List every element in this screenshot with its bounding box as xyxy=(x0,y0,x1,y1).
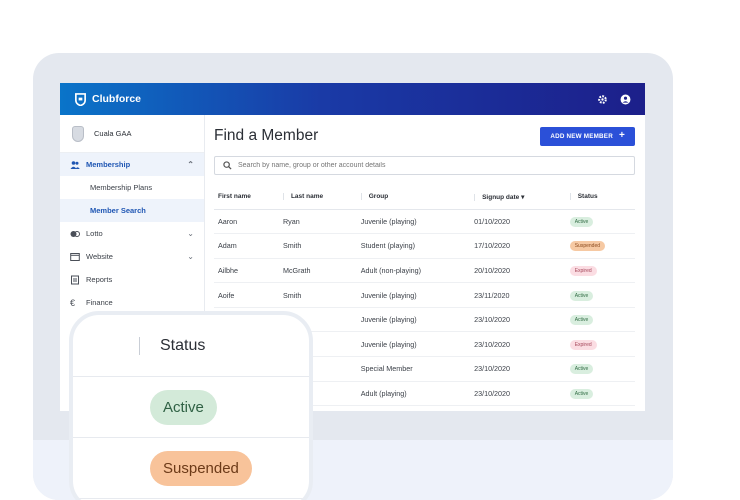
cell-signup-date: 23/10/2020 xyxy=(470,307,566,333)
column-header-last-name[interactable]: Last name xyxy=(278,185,357,210)
sidebar-item-label: Finance xyxy=(86,298,113,307)
add-new-member-button[interactable]: ADD NEW MEMBER + xyxy=(540,126,635,146)
cell-signup-date: 23/10/2020 xyxy=(470,356,566,382)
column-header-group[interactable]: Group xyxy=(356,185,471,210)
cell-first-name: Aoife xyxy=(214,282,279,308)
column-header-status[interactable]: Status xyxy=(565,185,635,210)
cell-first-name: Adam xyxy=(214,233,279,259)
cell-last-name: McGrath xyxy=(278,258,357,284)
status-badge-suspended: Suspended xyxy=(150,450,252,486)
cell-signup-date: 20/10/2020 xyxy=(470,258,566,284)
cell-last-name: Ryan xyxy=(278,209,357,235)
cell-status: Active xyxy=(565,381,635,407)
cell-signup-date: 01/10/2020 xyxy=(470,209,566,235)
cell-status: Active xyxy=(565,307,635,333)
sidebar-item-label: Reports xyxy=(86,275,113,284)
status-badge: Suspended xyxy=(569,241,606,252)
cell-signup-date: 17/10/2020 xyxy=(470,233,566,259)
sidebar-item-website[interactable]: Website ⌄ xyxy=(60,245,204,268)
cell-status: Active xyxy=(565,282,635,308)
table-row[interactable]: Ailbhe McGrath Adult (non-playing) 20/10/20… xyxy=(214,258,635,284)
cell-status: Active xyxy=(565,356,635,382)
cell-group: Student (playing) xyxy=(356,233,471,259)
sidebar-item-label: Website xyxy=(86,252,113,261)
gear-icon[interactable] xyxy=(597,94,608,105)
reports-icon xyxy=(71,275,79,284)
sidebar-item-label: Membership Plans xyxy=(90,183,153,192)
page-title: Find a Member xyxy=(214,127,319,144)
table-row[interactable]: Adam Smith Student (playing) 17/10/2020 Susp… xyxy=(214,233,635,259)
cell-status: Expired xyxy=(565,331,635,358)
cell-last-name: Smith xyxy=(278,233,357,259)
column-header-signup-date[interactable]: Signup date ▾ xyxy=(470,185,566,210)
zoom-status-title: Status xyxy=(160,336,206,354)
zoom-row: Suspended xyxy=(73,438,309,499)
club-selector[interactable]: Cuala GAA xyxy=(60,115,204,153)
cell-group: Juvenile (playing) xyxy=(356,331,471,358)
cell-status: Active xyxy=(565,209,635,235)
search-input[interactable] xyxy=(238,162,598,169)
status-badge: Expired xyxy=(569,339,597,350)
table-header-row: First name Last name Group Signup date ▾… xyxy=(214,185,635,210)
status-zoom-card: Status Active Suspended xyxy=(69,311,313,500)
cell-signup-date: 23/10/2020 xyxy=(470,331,566,358)
column-divider xyxy=(139,336,140,355)
cell-group: Adult (non-playing) xyxy=(356,258,471,284)
sidebar-item-member-search[interactable]: Member Search xyxy=(60,199,204,222)
search-icon xyxy=(223,161,232,170)
sidebar-item-reports[interactable]: Reports xyxy=(60,268,204,291)
sidebar-item-lotto[interactable]: Lotto ⌄ xyxy=(60,222,204,245)
plus-icon: + xyxy=(618,130,625,141)
cell-status: Expired xyxy=(565,258,635,284)
euro-icon: € xyxy=(70,297,76,308)
status-badge-active: Active xyxy=(150,389,217,425)
zoom-row: Active xyxy=(73,377,309,438)
sidebar-item-label: Membership xyxy=(86,160,131,169)
website-icon xyxy=(70,252,80,261)
sidebar-item-membership-plans[interactable]: Membership Plans xyxy=(60,176,204,199)
cell-group: Special Member xyxy=(356,356,471,382)
cell-first-name: Aaron xyxy=(214,209,279,235)
sidebar-item-label: Lotto xyxy=(86,229,103,238)
sort-desc-icon: ▾ xyxy=(521,193,525,201)
cell-group: Adult (playing) xyxy=(356,381,471,407)
brand-name: Clubforce xyxy=(92,93,142,105)
cell-group: Juvenile (playing) xyxy=(356,209,471,235)
account-icon[interactable] xyxy=(620,94,631,105)
status-badge: Active xyxy=(569,216,594,227)
lotto-icon xyxy=(70,230,80,237)
cell-signup-date: 23/10/2020 xyxy=(470,381,566,407)
clubforce-logo-icon xyxy=(75,92,86,106)
cell-signup-date: 23/11/2020 xyxy=(470,282,566,308)
club-name: Cuala GAA xyxy=(94,129,132,138)
add-new-member-label: ADD NEW MEMBER xyxy=(550,132,613,140)
people-icon xyxy=(70,160,80,169)
column-header-first-name[interactable]: First name xyxy=(214,185,279,210)
search-box[interactable] xyxy=(214,156,635,175)
status-badge: Active xyxy=(569,364,594,375)
cell-status: Suspended xyxy=(565,233,635,259)
zoom-header: Status xyxy=(73,315,309,377)
status-badge: Active xyxy=(569,388,594,399)
top-bar: Clubforce xyxy=(60,83,645,115)
cell-first-name: Ailbhe xyxy=(214,258,279,284)
chevron-up-icon: ⌃ xyxy=(187,160,194,169)
club-crest-icon xyxy=(72,125,84,142)
cell-group: Juvenile (playing) xyxy=(356,307,471,333)
status-badge: Active xyxy=(569,315,594,326)
cell-group: Juvenile (playing) xyxy=(356,282,471,308)
status-badge: Active xyxy=(569,290,594,301)
status-badge: Expired xyxy=(569,265,597,276)
chevron-down-icon: ⌄ xyxy=(187,252,194,261)
brand[interactable]: Clubforce xyxy=(74,92,142,106)
sidebar-item-membership[interactable]: Membership ⌃ xyxy=(60,153,204,176)
cell-last-name: Smith xyxy=(278,282,357,308)
chevron-down-icon: ⌄ xyxy=(187,229,194,238)
table-row[interactable]: Aoife Smith Juvenile (playing) 23/11/2020 Ac… xyxy=(214,282,635,308)
table-row[interactable]: Aaron Ryan Juvenile (playing) 01/10/2020 Act… xyxy=(214,209,635,235)
sidebar-item-label: Member Search xyxy=(90,206,146,215)
